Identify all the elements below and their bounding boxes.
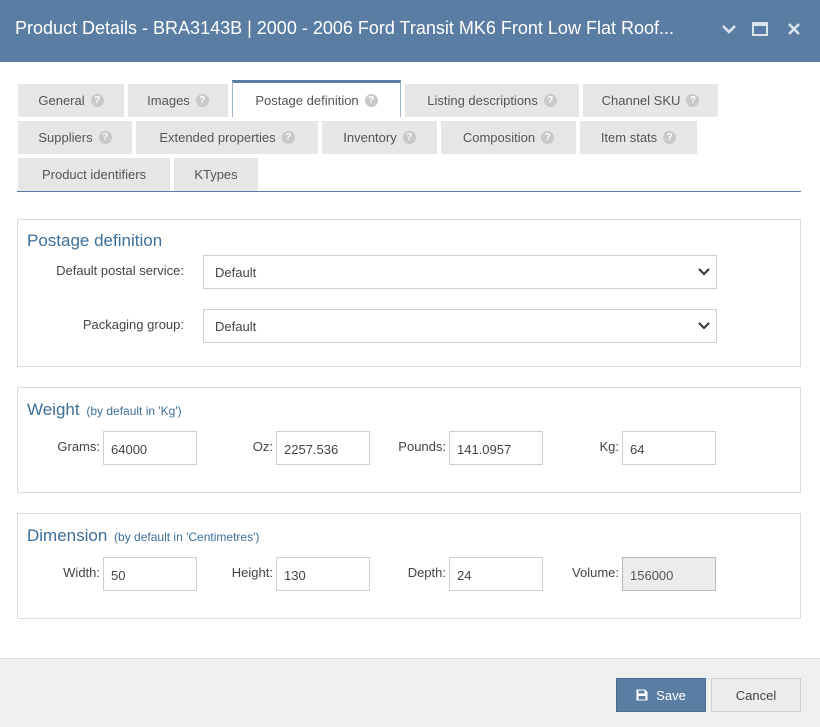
packaging-group-label: Packaging group: <box>82 317 184 332</box>
weight-unit-note: (by default in 'Kg') <box>86 404 182 418</box>
tab-composition[interactable]: Composition? <box>441 121 576 154</box>
help-icon[interactable]: ? <box>686 94 700 107</box>
tab-label: Listing descriptions <box>427 93 538 108</box>
kg-input[interactable] <box>622 431 716 465</box>
cancel-label: Cancel <box>735 687 777 703</box>
weight-panel: Weight (by default in 'Kg') Grams: Oz: P… <box>17 387 801 493</box>
tab-extended-properties[interactable]: Extended properties? <box>136 121 318 154</box>
window-title: Product Details - BRA3143B | 2000 - 2006… <box>15 18 674 38</box>
grams-label: Grams: <box>57 439 100 454</box>
maximize-icon[interactable] <box>749 18 771 40</box>
dimension-panel: Dimension (by default in 'Centimetres') … <box>17 513 801 619</box>
close-icon[interactable] <box>783 18 805 40</box>
dialog-footer: Save Cancel <box>0 658 820 727</box>
postal-service-select[interactable]: Default <box>203 255 717 289</box>
tab-divider <box>17 191 801 192</box>
tab-inventory[interactable]: Inventory? <box>322 121 437 154</box>
volume-input <box>622 557 716 591</box>
postal-service-value: Default <box>215 264 257 280</box>
tab-product-identifiers[interactable]: Product identifiers <box>18 158 170 191</box>
tab-label: Item stats <box>600 130 658 145</box>
cancel-button[interactable]: Cancel <box>711 678 801 712</box>
tab-label: Extended properties <box>159 130 276 145</box>
dimension-section-title: Dimension (by default in 'Centimetres') <box>27 526 260 545</box>
save-button[interactable]: Save <box>616 678 706 712</box>
tab-label: Postage definition <box>255 92 359 108</box>
dimension-unit-note: (by default in 'Centimetres') <box>114 530 260 544</box>
depth-label: Depth: <box>407 565 446 580</box>
tab-label: Composition <box>462 130 536 145</box>
width-label: Width: <box>63 565 100 580</box>
height-label: Height: <box>231 565 273 580</box>
tab-label: General <box>38 93 85 108</box>
oz-input[interactable] <box>276 431 370 465</box>
tab-label: Suppliers <box>38 130 93 145</box>
grams-input[interactable] <box>103 431 197 465</box>
help-icon[interactable]: ? <box>543 94 557 107</box>
tab-images[interactable]: Images? <box>128 84 228 117</box>
chevron-down-icon <box>698 268 710 276</box>
tab-listing-descriptions[interactable]: Listing descriptions? <box>405 84 579 117</box>
packaging-group-select[interactable]: Default <box>203 309 717 343</box>
help-icon[interactable]: ? <box>663 131 677 144</box>
depth-input[interactable] <box>449 557 543 591</box>
tab-channel-sku[interactable]: Channel SKU? <box>583 84 718 117</box>
width-input[interactable] <box>103 557 197 591</box>
postage-section-title: Postage definition <box>27 231 163 250</box>
tab-label: Product identifiers <box>41 167 147 182</box>
save-label: Save <box>656 687 686 703</box>
collapse-icon[interactable] <box>718 18 740 40</box>
help-icon[interactable]: ? <box>281 131 295 144</box>
postal-service-label: Default postal service: <box>56 263 184 278</box>
tab-label: Inventory <box>343 130 397 145</box>
kg-label: Kg: <box>599 439 619 454</box>
packaging-group-value: Default <box>215 318 257 334</box>
tab-label: Channel SKU <box>601 93 681 108</box>
save-icon <box>636 689 648 701</box>
pounds-input[interactable] <box>449 431 543 465</box>
tab-label: KTypes <box>194 167 238 182</box>
help-icon[interactable]: ? <box>541 131 555 144</box>
tab-item-stats[interactable]: Item stats? <box>580 121 697 154</box>
help-icon[interactable]: ? <box>195 94 209 107</box>
pounds-label: Pounds: <box>398 439 446 454</box>
window-titlebar: Product Details - BRA3143B | 2000 - 2006… <box>0 0 820 62</box>
height-input[interactable] <box>276 557 370 591</box>
weight-section-title: Weight (by default in 'Kg') <box>27 400 182 419</box>
postage-panel: Postage definition Default postal servic… <box>17 219 801 367</box>
tab-postage-definition[interactable]: Postage definition? <box>232 80 401 117</box>
tab-suppliers[interactable]: Suppliers? <box>18 121 132 154</box>
help-icon[interactable]: ? <box>98 131 112 144</box>
volume-label: Volume: <box>572 565 619 580</box>
oz-label: Oz: <box>252 439 273 454</box>
tab-ktypes[interactable]: KTypes <box>174 158 258 191</box>
tab-label: Images <box>147 93 190 108</box>
help-icon[interactable]: ? <box>402 131 416 144</box>
chevron-down-icon <box>698 322 710 330</box>
tab-general[interactable]: General? <box>18 84 124 117</box>
help-icon[interactable]: ? <box>364 93 378 107</box>
help-icon[interactable]: ? <box>90 94 104 107</box>
